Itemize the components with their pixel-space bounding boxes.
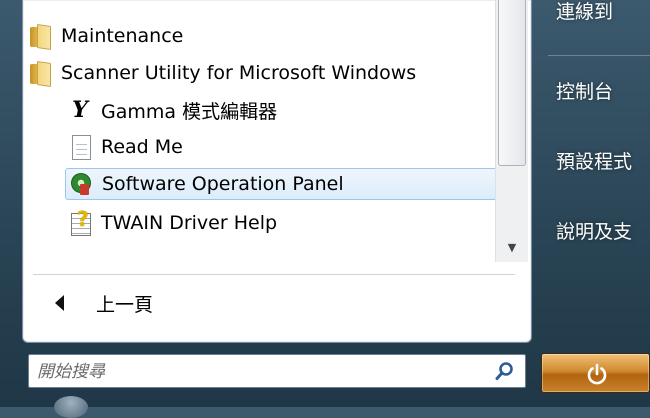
document-icon xyxy=(67,134,93,160)
help-icon xyxy=(67,207,93,236)
divider xyxy=(33,274,515,275)
search-box[interactable] xyxy=(28,354,526,388)
item-label: Scanner Utility for Microsoft Windows xyxy=(61,62,417,84)
power-icon xyxy=(587,363,607,385)
right-item-help-support[interactable]: 說明及支 xyxy=(556,214,650,250)
program-item-twain-driver-help[interactable]: TWAIN Driver Help xyxy=(67,207,513,239)
item-label: Gamma 模式編輯器 xyxy=(101,100,278,123)
program-item-gamma-editor[interactable]: Y Gamma 模式編輯器 xyxy=(67,94,513,126)
gamma-icon: Y xyxy=(72,97,88,123)
start-orb[interactable] xyxy=(54,396,88,418)
divider xyxy=(548,55,650,56)
program-list: Maintenance Scanner Utility for Microsof… xyxy=(23,0,511,262)
folder-icon xyxy=(27,23,53,49)
folder-item-maintenance[interactable]: Maintenance xyxy=(27,20,489,52)
item-label: Read Me xyxy=(101,136,183,158)
scrollbar-thumb[interactable] xyxy=(498,0,526,166)
folder-icon xyxy=(27,60,53,86)
scroll-down-icon[interactable]: ▼ xyxy=(496,236,528,260)
back-label: 上一頁 xyxy=(96,293,154,316)
back-button[interactable]: 上一頁 xyxy=(43,284,343,322)
program-list-scrollbar[interactable]: ▼ xyxy=(495,0,528,262)
search-icon[interactable] xyxy=(495,361,515,381)
program-item-read-me[interactable]: Read Me xyxy=(67,131,513,163)
right-item-control-panel[interactable]: 控制台 xyxy=(556,74,650,110)
item-label: Software Operation Panel xyxy=(102,173,344,195)
right-item-connect-to[interactable]: 連線到 xyxy=(556,0,650,30)
places-pane: 連線到 控制台 預設程式 說明及支 xyxy=(538,0,650,342)
search-input[interactable] xyxy=(35,357,479,387)
programs-pane: Maintenance Scanner Utility for Microsof… xyxy=(22,0,532,343)
item-label: TWAIN Driver Help xyxy=(101,212,278,234)
start-menu: Maintenance Scanner Utility for Microsof… xyxy=(0,0,650,418)
folder-item-scanner-utility[interactable]: Scanner Utility for Microsoft Windows xyxy=(27,57,489,89)
program-item-software-operation-panel[interactable]: Software Operation Panel xyxy=(65,168,511,200)
back-arrow-icon xyxy=(55,295,64,311)
item-label: Maintenance xyxy=(61,25,184,47)
power-button[interactable] xyxy=(541,353,650,393)
gear-icon xyxy=(68,171,94,197)
right-item-default-programs[interactable]: 預設程式 xyxy=(556,144,650,180)
